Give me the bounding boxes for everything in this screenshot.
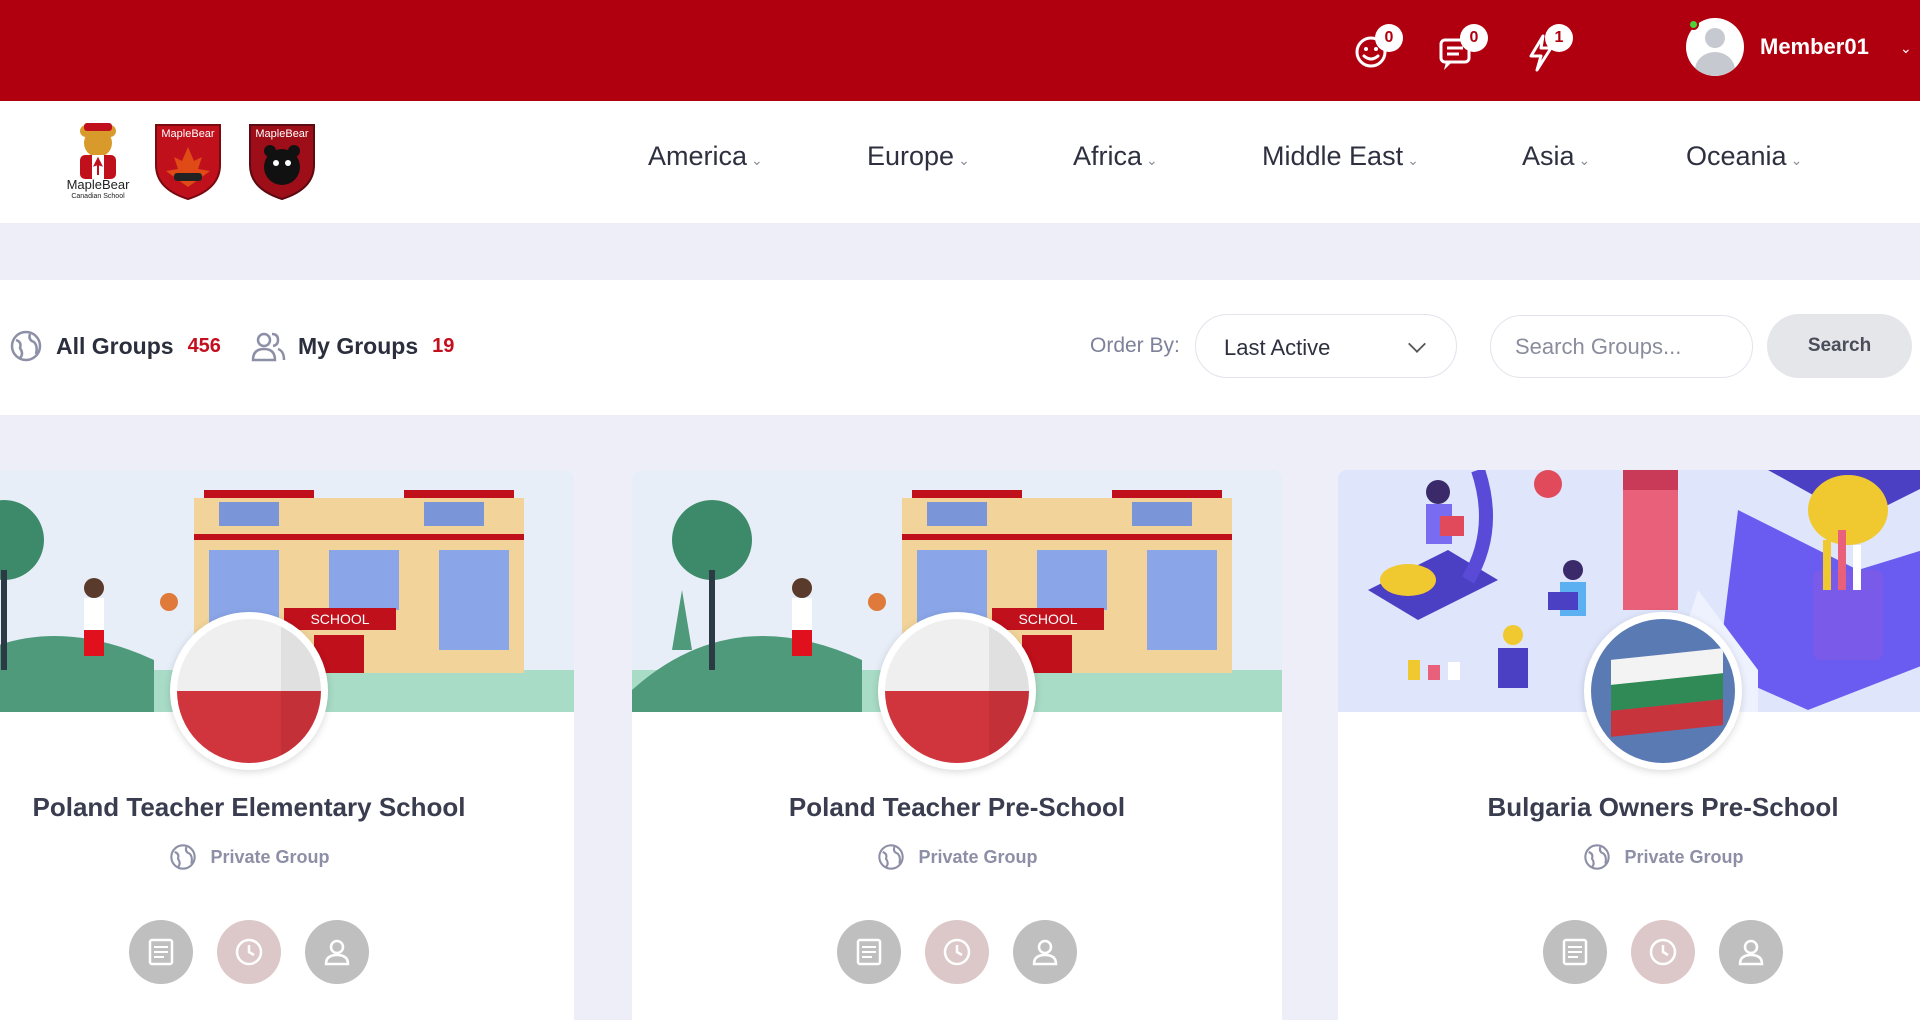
group-type: Private Group bbox=[0, 842, 574, 872]
group-card[interactable]: SCHOOL Poland Teacher Elementary School … bbox=[0, 470, 574, 1020]
group-title[interactable]: Poland Teacher Elementary School bbox=[0, 792, 574, 823]
chevron-down-icon: ⌄ bbox=[1407, 152, 1419, 168]
nav-item-oceania[interactable]: Oceania ⌄ bbox=[1686, 141, 1802, 172]
online-status-dot bbox=[1688, 19, 1699, 30]
logo-wordmark: MapleBear bbox=[66, 177, 130, 192]
nav-item-asia[interactable]: Asia ⌄ bbox=[1522, 141, 1590, 172]
top-bar: 0 0 1 Member01 ⌄ bbox=[0, 0, 1920, 101]
nav-item-label[interactable]: Middle East bbox=[1262, 141, 1403, 172]
user-icon bbox=[1032, 939, 1058, 966]
user-menu[interactable]: Member01 bbox=[1686, 17, 1869, 77]
group-type-label: Private Group bbox=[1624, 846, 1744, 867]
group-feed-button[interactable] bbox=[129, 920, 193, 984]
group-members-button[interactable] bbox=[1013, 920, 1077, 984]
tab-my-groups[interactable]: My Groups 19 bbox=[250, 326, 454, 366]
group-title[interactable]: Poland Teacher Pre-School bbox=[632, 792, 1282, 823]
maplebear-elementary-logo[interactable]: MapleBear bbox=[152, 121, 224, 205]
nav-item-label[interactable]: Oceania bbox=[1686, 141, 1787, 172]
nav-item-africa[interactable]: Africa ⌄ bbox=[1073, 141, 1158, 172]
nav-item-america[interactable]: America ⌄ bbox=[648, 141, 763, 172]
nav-item-middle-east[interactable]: Middle East ⌄ bbox=[1262, 141, 1419, 172]
maplebear-canadian-school-logo[interactable]: MapleBear Canadian School bbox=[58, 121, 138, 205]
nav-item-label[interactable]: Europe bbox=[867, 141, 954, 172]
group-type-label: Private Group bbox=[210, 846, 330, 867]
tab-count: 19 bbox=[432, 334, 455, 357]
group-card[interactable]: Bulgaria Owners Pre-School Private Group bbox=[1338, 470, 1920, 1020]
alerts-count-badge: 1 bbox=[1545, 24, 1573, 52]
clock-icon bbox=[1649, 938, 1677, 966]
feed-icon bbox=[1562, 938, 1588, 966]
tab-label[interactable]: All Groups bbox=[56, 333, 174, 360]
clock-icon bbox=[235, 938, 263, 966]
user-name[interactable]: Member01 bbox=[1760, 34, 1869, 60]
group-type-label: Private Group bbox=[918, 846, 1038, 867]
order-by-value[interactable]: Last Active bbox=[1224, 335, 1330, 361]
nav-item-label[interactable]: America bbox=[648, 141, 747, 172]
group-activity-button[interactable] bbox=[1631, 920, 1695, 984]
chevron-down-icon: ⌄ bbox=[958, 152, 970, 168]
order-by-label: Order By: bbox=[1090, 334, 1180, 357]
group-actions bbox=[1338, 920, 1920, 984]
globe-icon bbox=[878, 844, 905, 870]
chevron-down-icon: ⌄ bbox=[1790, 152, 1803, 168]
group-feed-button[interactable] bbox=[1543, 920, 1607, 984]
logo-tagline: Canadian School bbox=[71, 193, 125, 200]
order-by-select[interactable]: Last Active bbox=[1195, 314, 1457, 378]
nav-item-label[interactable]: Asia bbox=[1522, 141, 1575, 172]
globe-icon bbox=[170, 844, 197, 870]
user-icon bbox=[324, 939, 350, 966]
maplebear-high-school-logo[interactable]: MapleBear bbox=[246, 121, 318, 205]
group-avatar-flag[interactable] bbox=[1584, 612, 1742, 770]
logo-wordmark: MapleBear bbox=[161, 128, 215, 140]
clock-icon bbox=[943, 938, 971, 966]
group-actions bbox=[0, 920, 574, 984]
feed-icon bbox=[856, 938, 882, 966]
chevron-down-icon[interactable]: ⌄ bbox=[1900, 40, 1912, 57]
chevron-down-icon: ⌄ bbox=[751, 152, 763, 168]
user-icon bbox=[1738, 939, 1764, 966]
group-avatar-flag[interactable] bbox=[878, 612, 1036, 770]
feed-icon bbox=[148, 938, 174, 966]
users-icon bbox=[251, 332, 286, 362]
group-type: Private Group bbox=[1338, 842, 1920, 872]
chevron-down-icon[interactable] bbox=[1408, 335, 1426, 353]
logo-wordmark: MapleBear bbox=[255, 128, 309, 140]
search-groups-input[interactable] bbox=[1490, 315, 1753, 378]
tab-label[interactable]: My Groups bbox=[298, 333, 418, 360]
tab-count: 456 bbox=[187, 334, 221, 357]
site-header: MapleBear Canadian School MapleBear Mapl… bbox=[0, 101, 1920, 223]
group-feed-button[interactable] bbox=[837, 920, 901, 984]
alerts-button[interactable]: 1 bbox=[1521, 24, 1573, 74]
nav-item-label[interactable]: Africa bbox=[1073, 141, 1142, 172]
search-button[interactable]: Search bbox=[1767, 314, 1912, 378]
notifications-button[interactable]: 0 bbox=[1351, 24, 1403, 74]
group-actions bbox=[632, 920, 1282, 984]
group-type: Private Group bbox=[632, 842, 1282, 872]
group-avatar-flag[interactable] bbox=[170, 612, 328, 770]
group-activity-button[interactable] bbox=[925, 920, 989, 984]
chevron-down-icon: ⌄ bbox=[1578, 152, 1591, 168]
messages-button[interactable]: 0 bbox=[1436, 24, 1488, 74]
nav-item-europe[interactable]: Europe ⌄ bbox=[867, 141, 970, 172]
globe-icon bbox=[10, 330, 42, 362]
group-title[interactable]: Bulgaria Owners Pre-School bbox=[1338, 792, 1920, 823]
groups-filter-bar: All Groups 456 My Groups 19 Order By: La… bbox=[0, 280, 1920, 415]
group-members-button[interactable] bbox=[305, 920, 369, 984]
group-card[interactable]: SCHOOL Poland Teacher Pre-School Private… bbox=[632, 470, 1282, 1020]
notifications-count-badge: 0 bbox=[1375, 24, 1403, 52]
tab-all-groups[interactable]: All Groups 456 bbox=[8, 326, 221, 366]
globe-icon bbox=[1584, 844, 1611, 870]
messages-count-badge: 0 bbox=[1460, 24, 1488, 52]
chevron-down-icon: ⌄ bbox=[1146, 152, 1158, 168]
group-members-button[interactable] bbox=[1719, 920, 1783, 984]
group-activity-button[interactable] bbox=[217, 920, 281, 984]
